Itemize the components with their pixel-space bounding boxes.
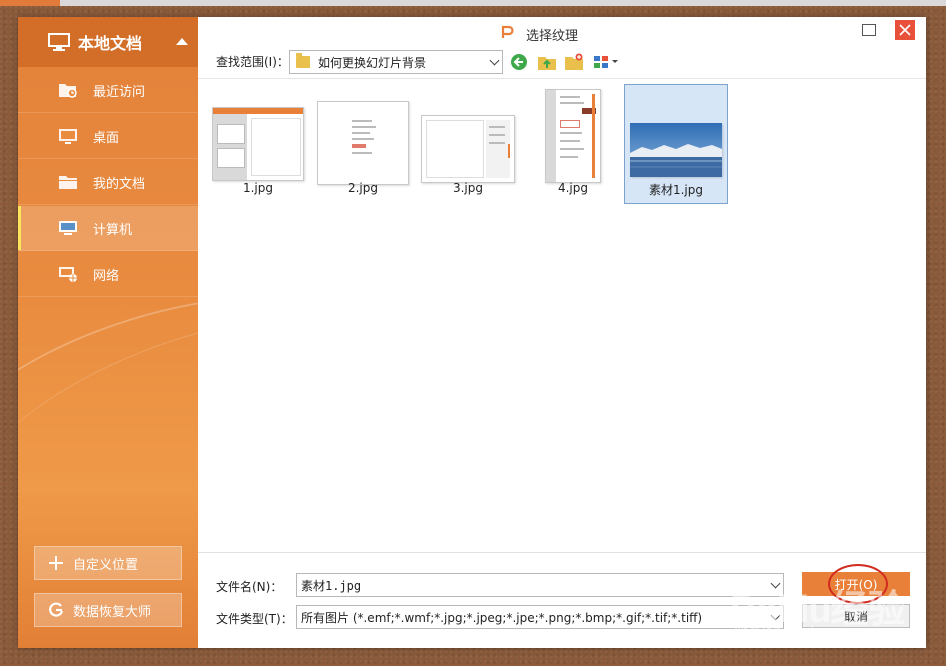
sidebar-item-recent[interactable]: 最近访问 bbox=[18, 68, 198, 113]
sidebar-header-title: 本地文档 bbox=[78, 34, 143, 53]
custom-location-button[interactable]: 自定义位置 bbox=[34, 546, 182, 580]
folder-icon bbox=[58, 173, 78, 191]
plus-icon bbox=[47, 554, 65, 572]
up-folder-button[interactable] bbox=[537, 52, 557, 72]
custom-location-label: 自定义位置 bbox=[73, 557, 139, 573]
up-folder-icon bbox=[538, 57, 556, 70]
look-in-label: 查找范围(I)： bbox=[216, 55, 289, 69]
sidebar-item-my-documents[interactable]: 我的文档 bbox=[18, 160, 198, 205]
look-in-dropdown[interactable]: 如何更换幻灯片背景 bbox=[289, 50, 503, 74]
background-app-strip bbox=[0, 0, 946, 6]
monitor-icon bbox=[48, 33, 70, 51]
dialog-title: 选择纹理 bbox=[526, 29, 579, 44]
desktop-icon bbox=[58, 127, 78, 145]
file-thumbnail bbox=[212, 107, 304, 181]
file-thumbnail bbox=[545, 89, 601, 183]
filename-input[interactable]: 素材1.jpg bbox=[296, 573, 784, 597]
file-thumbnail bbox=[630, 123, 722, 177]
baidu-watermark-url: jingyan.baidu.com bbox=[734, 623, 855, 640]
sidebar-item-computer[interactable]: 计算机 bbox=[18, 206, 198, 251]
title-bar: 选择纹理 bbox=[198, 17, 926, 47]
file-item[interactable]: 4.jpg bbox=[523, 85, 623, 203]
sidebar-item-network[interactable]: 网络 bbox=[18, 252, 198, 297]
collapse-caret-icon[interactable] bbox=[176, 38, 188, 45]
filetype-label: 文件类型(T)： bbox=[216, 612, 293, 626]
file-item[interactable]: 2.jpg bbox=[313, 85, 413, 203]
view-grid-icon bbox=[594, 56, 618, 68]
texture-dialog: 本地文档 最近访问 桌面 我的文档 计算机 网络 自定义位置 数据恢复大师 选择… bbox=[18, 17, 926, 648]
file-name: 3.jpg bbox=[452, 181, 484, 195]
file-name: 4.jpg bbox=[557, 181, 589, 195]
bottom-divider bbox=[198, 552, 926, 553]
close-button[interactable] bbox=[895, 20, 915, 40]
sidebar-item-label: 计算机 bbox=[93, 222, 133, 238]
file-thumbnail bbox=[421, 115, 515, 183]
sidebar-item-label: 我的文档 bbox=[93, 176, 146, 192]
background-app-accent bbox=[0, 0, 60, 6]
file-item[interactable]: 1.jpg bbox=[208, 85, 308, 203]
file-name: 1.jpg bbox=[242, 181, 274, 195]
back-button[interactable] bbox=[509, 52, 529, 72]
filetype-value: 所有图片 (*.emf;*.wmf;*.jpg;*.jpeg;*.jpe;*.p… bbox=[301, 610, 703, 625]
network-icon bbox=[58, 265, 78, 283]
sidebar-header[interactable]: 本地文档 bbox=[18, 17, 198, 67]
chevron-down-icon bbox=[489, 55, 500, 66]
filetype-dropdown[interactable]: 所有图片 (*.emf;*.wmf;*.jpg;*.jpeg;*.jpe;*.p… bbox=[296, 605, 784, 629]
file-list: 1.jpg 2.jpg 3.jpg 4.jpg 素材1.jpg bbox=[198, 79, 926, 552]
new-folder-icon bbox=[565, 53, 583, 70]
filename-value: 素材1.jpg bbox=[301, 578, 362, 593]
sidebar-item-label: 桌面 bbox=[93, 130, 120, 146]
maximize-button[interactable] bbox=[859, 20, 879, 40]
folder-icon bbox=[296, 53, 310, 68]
computer-icon bbox=[58, 219, 78, 237]
sidebar-item-label: 网络 bbox=[93, 268, 120, 284]
back-arrow-icon bbox=[511, 54, 527, 70]
landscape-photo-thumbnail bbox=[630, 123, 722, 177]
sidebar: 本地文档 最近访问 桌面 我的文档 计算机 网络 自定义位置 数据恢复大师 bbox=[18, 17, 198, 648]
file-browser-panel: 选择纹理 查找范围(I)： 如何更换幻灯片背景 1.jpg 2.jpg 3.jp… bbox=[198, 17, 926, 648]
recovery-icon bbox=[47, 601, 65, 619]
look-in-value: 如何更换幻灯片背景 bbox=[318, 55, 427, 70]
new-folder-button[interactable] bbox=[564, 52, 584, 72]
file-name: 2.jpg bbox=[347, 181, 379, 195]
data-recovery-button[interactable]: 数据恢复大师 bbox=[34, 593, 182, 627]
view-menu-button[interactable] bbox=[592, 52, 620, 72]
maximize-icon bbox=[862, 24, 876, 36]
file-item-selected[interactable]: 素材1.jpg bbox=[624, 84, 728, 204]
sidebar-item-desktop[interactable]: 桌面 bbox=[18, 114, 198, 159]
sidebar-item-label: 最近访问 bbox=[93, 84, 146, 100]
file-thumbnail bbox=[317, 101, 409, 185]
wps-presentation-logo-icon bbox=[501, 25, 514, 38]
filename-label: 文件名(N)： bbox=[216, 580, 283, 594]
data-recovery-label: 数据恢复大师 bbox=[73, 604, 152, 620]
file-name: 素材1.jpg bbox=[648, 183, 704, 197]
file-item[interactable]: 3.jpg bbox=[418, 85, 518, 203]
recent-folder-icon bbox=[58, 81, 78, 99]
close-icon bbox=[899, 24, 911, 36]
